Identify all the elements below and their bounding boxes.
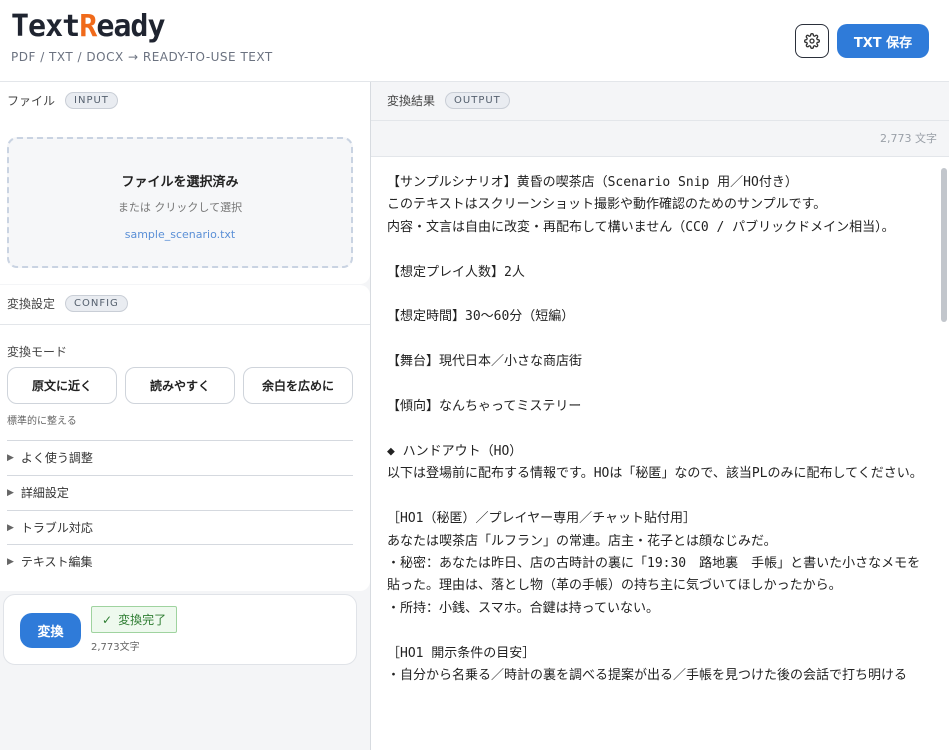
logo-prefix: Text xyxy=(11,9,80,44)
convert-card: 変換 ✓ 変換完了 2,773文字 xyxy=(3,594,357,665)
app-header: TextReady PDF / TXT / DOCX → READY-TO-US… xyxy=(0,0,949,82)
gear-icon xyxy=(804,33,820,49)
output-section-title: 変換結果 xyxy=(387,94,436,108)
accordion-common-adjustments[interactable]: ▶ よく使う調整 xyxy=(7,440,353,474)
logo-suffix: eady xyxy=(96,9,165,44)
mode-label: 変換モード xyxy=(7,345,68,359)
convert-button[interactable]: 変換 xyxy=(20,613,81,648)
accordion-advanced-settings[interactable]: ▶ 詳細設定 xyxy=(7,475,353,509)
settings-button[interactable] xyxy=(795,24,829,58)
output-badge: OUTPUT xyxy=(445,92,510,109)
file-section-header: ファイル INPUT xyxy=(7,92,118,109)
status-badge: ✓ 変換完了 xyxy=(91,606,178,633)
config-badge: CONFIG xyxy=(65,295,128,312)
mode-hint: 標準的に整える xyxy=(7,416,77,427)
output-char-count: 2,773 文字 xyxy=(880,132,937,145)
divider xyxy=(0,324,370,325)
output-section-header: 変換結果 OUTPUT xyxy=(387,92,510,109)
selected-file-name: sample_scenario.txt xyxy=(124,228,236,241)
accordion-label: トラブル対応 xyxy=(20,521,93,535)
divider xyxy=(371,120,949,121)
app-logo: TextReady xyxy=(11,9,166,44)
save-txt-button[interactable]: TXT 保存 xyxy=(837,24,929,58)
accordion-label: 詳細設定 xyxy=(20,486,69,500)
status-text: 変換完了 xyxy=(118,613,167,627)
dropzone-title: ファイルを選択済み xyxy=(121,175,239,190)
convert-char-count: 2,773文字 xyxy=(91,642,140,653)
caret-right-icon: ▶ xyxy=(7,522,14,533)
accordion-label: テキスト編集 xyxy=(20,555,93,569)
output-text-area[interactable]: 【サンプルシナリオ】黄昏の喫茶店（Scenario Snip 用／HO付き） こ… xyxy=(371,156,949,756)
dropzone-subtitle: または クリックして選択 xyxy=(117,201,243,214)
input-badge: INPUT xyxy=(65,92,118,109)
mode-button-original[interactable]: 原文に近く xyxy=(7,367,117,404)
caret-right-icon: ▶ xyxy=(7,487,14,498)
check-icon: ✓ xyxy=(102,612,113,627)
output-text[interactable]: 【サンプルシナリオ】黄昏の喫茶店（Scenario Snip 用／HO付き） こ… xyxy=(387,172,927,687)
config-card: 変換設定 CONFIG 変換モード 原文に近く 読みやすく 余白を広めに 標準的… xyxy=(0,285,370,591)
mode-button-wide-margin[interactable]: 余白を広めに xyxy=(243,367,353,404)
right-panel: 変換結果 OUTPUT 2,773 文字 【サンプルシナリオ】黄昏の喫茶店（Sc… xyxy=(371,82,949,756)
config-section-title: 変換設定 xyxy=(7,297,56,311)
logo-accent: R xyxy=(79,9,97,44)
file-dropzone[interactable]: ファイルを選択済み または クリックして選択 sample_scenario.t… xyxy=(7,137,353,268)
file-section-title: ファイル xyxy=(7,94,56,108)
caret-right-icon: ▶ xyxy=(7,452,14,463)
mode-button-readable[interactable]: 読みやすく xyxy=(125,367,235,404)
tagline: PDF / TXT / DOCX → READY-TO-USE TEXT xyxy=(11,50,273,64)
left-panel: ファイル INPUT ファイルを選択済み または クリックして選択 sample… xyxy=(0,82,370,750)
accordion-troubleshooting[interactable]: ▶ トラブル対応 xyxy=(7,510,353,544)
accordion-text-editing[interactable]: ▶ テキスト編集 xyxy=(7,544,353,578)
output-scrollbar[interactable] xyxy=(941,168,947,322)
config-section-header: 変換設定 CONFIG xyxy=(7,295,128,312)
accordion-label: よく使う調整 xyxy=(20,451,93,465)
caret-right-icon: ▶ xyxy=(7,556,14,567)
file-card: ファイル INPUT ファイルを選択済み または クリックして選択 sample… xyxy=(0,82,370,284)
